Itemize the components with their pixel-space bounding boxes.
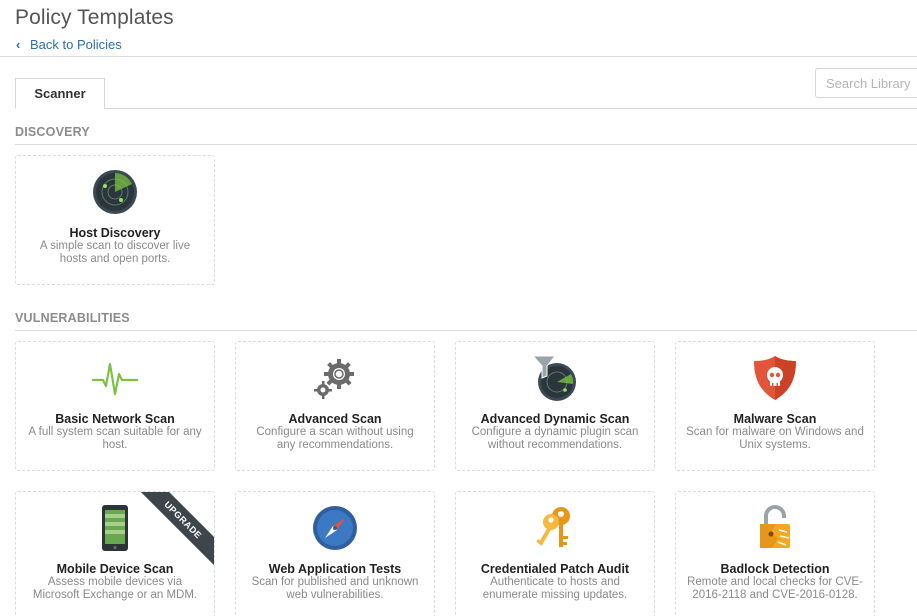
card-title: Credentialed Patch Audit <box>480 562 630 576</box>
page-title: Policy Templates <box>15 6 174 29</box>
card-description: Configure a dynamic plugin scan without … <box>471 426 639 451</box>
card-description: Authenticate to hosts and enumerate miss… <box>482 576 628 601</box>
compass-icon <box>313 506 357 550</box>
template-card-basic-network-scan[interactable]: Basic Network Scan A full system scan su… <box>15 341 215 471</box>
section-divider-vulnerabilities <box>15 330 917 331</box>
section-title-vulnerabilities: VULNERABILITIES <box>15 311 130 325</box>
heartbeat-icon <box>91 362 139 396</box>
card-title: Host Discovery <box>69 226 161 240</box>
template-card-advanced-dynamic-scan[interactable]: Advanced Dynamic Scan Configure a dynami… <box>455 341 655 471</box>
section-title-discovery: DISCOVERY <box>15 125 90 139</box>
template-card-mobile-device-scan[interactable]: UPGRADE Mobile Device Scan Assess mobile… <box>15 491 215 616</box>
card-description: A full system scan suitable for any host… <box>28 426 202 451</box>
card-description: Assess mobile devices via Microsoft Exch… <box>32 576 198 601</box>
upgrade-badge: UPGRADE <box>129 492 214 574</box>
back-link-label: Back to Policies <box>30 37 122 52</box>
card-description: A simple scan to discover live hosts and… <box>39 240 191 265</box>
card-title: Advanced Scan <box>288 412 382 426</box>
card-description: Remote and local checks for CVE-2016-211… <box>687 576 863 601</box>
search-library-input[interactable] <box>815 68 917 98</box>
tabs-divider <box>15 108 917 109</box>
back-to-policies-link[interactable]: ‹ Back to Policies <box>16 37 122 52</box>
broken-lock-icon <box>760 505 790 548</box>
template-card-advanced-scan[interactable]: Advanced Scan Configure a scan without u… <box>235 341 435 471</box>
card-title: Badlock Detection <box>720 562 830 576</box>
template-card-credentialed-patch-audit[interactable]: Credentialed Patch Audit Authenticate to… <box>455 491 655 616</box>
gears-icon <box>314 359 354 399</box>
card-description: Scan for published and unknown web vulne… <box>251 576 419 601</box>
template-card-malware-scan[interactable]: Malware Scan Scan for malware on Windows… <box>675 341 875 471</box>
filter-radar-icon <box>531 355 576 401</box>
chevron-left-icon: ‹ <box>16 37 21 52</box>
tab-scanner[interactable]: Scanner <box>15 78 105 109</box>
header-divider <box>0 56 917 57</box>
radar-icon <box>93 170 137 214</box>
template-card-host-discovery[interactable]: Host Discovery A simple scan to discover… <box>15 155 215 285</box>
card-title: Mobile Device Scan <box>56 562 174 576</box>
mobile-phone-icon <box>102 505 128 551</box>
card-title: Advanced Dynamic Scan <box>480 412 630 426</box>
template-card-web-application-tests[interactable]: Web Application Tests Scan for published… <box>235 491 435 616</box>
section-divider-discovery <box>15 144 917 145</box>
card-title: Basic Network Scan <box>55 412 175 426</box>
card-description: Configure a scan without using any recom… <box>256 426 414 451</box>
keys-icon <box>536 507 570 547</box>
card-title: Web Application Tests <box>268 562 402 576</box>
card-description: Scan for malware on Windows and Unix sys… <box>686 426 864 451</box>
skull-shield-icon <box>754 356 796 400</box>
card-title: Malware Scan <box>733 412 817 426</box>
template-card-badlock-detection[interactable]: Badlock Detection Remote and local check… <box>675 491 875 616</box>
